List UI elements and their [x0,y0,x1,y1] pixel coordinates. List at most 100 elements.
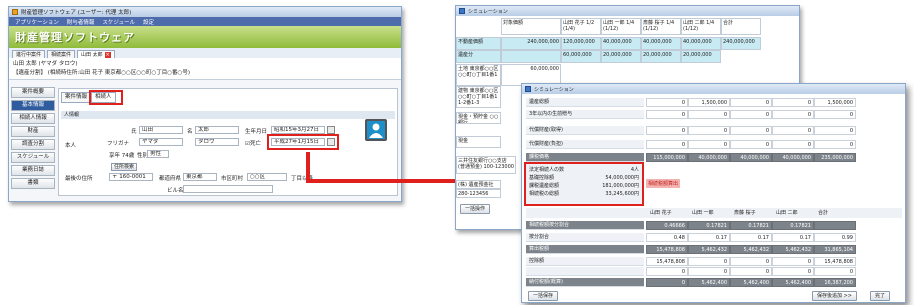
row-label: (株) 遺産預金社 [456,180,501,189]
grid-value[interactable]: 0 [646,267,688,276]
grid-value[interactable]: 0 [688,126,730,135]
column-header: 斎藤 桜子 [734,210,756,216]
column-header: 対象価額 [501,18,561,35]
window-titlebar: シミュレーション [456,6,799,16]
grid-value[interactable]: 0 [814,140,856,149]
row-label: 算出税額 [526,245,644,254]
window-titlebar: シミュレーション [522,84,905,94]
row-label: 建物 東京都○○区○○町○丁目1番1 1-2番1-3 [456,86,501,108]
grid-value[interactable]: 0 [646,110,688,119]
grid-value: 0 [646,278,688,287]
grid-value: 5,462,432 [688,245,730,254]
window-title: シミュレーション [534,86,574,93]
grid-value[interactable]: 0 [772,257,814,266]
grid-value: 15,478,808 [646,245,688,254]
row-amount: 240,000,000 [501,37,561,50]
grid-value: 5,462,400 [772,278,814,287]
row-label: 現金 [456,136,501,148]
grid-value[interactable]: 0 [730,110,772,119]
grid-value[interactable]: 0 [688,267,730,276]
grid-value[interactable]: 0 [772,267,814,276]
grid-value[interactable]: 0.17 [772,233,814,242]
grid-value[interactable]: 15,478,808 [646,257,688,266]
column-header: 合計 [721,18,761,35]
grid-value[interactable]: 0 [688,257,730,266]
row-label: 現金・預貯金 ○○銀行 [456,112,501,124]
grid-value[interactable]: 40,000,000 [641,37,681,50]
row-label: 遺産総額 [526,98,644,107]
bulk-action-button[interactable]: 一括操作 [460,204,491,214]
column-header: 山田 花子 1/2 (1/4) [561,18,601,35]
grid-value[interactable]: 1,500,000 [814,98,856,107]
grid-value: 0.17821 [772,221,814,230]
column-header: 山田 一郎 1/4 (1/12) [601,18,641,35]
grid-value[interactable]: 0 [688,140,730,149]
grid-value: 115,000,000 [646,153,688,162]
grid-value[interactable]: 0 [814,126,856,135]
grid-value[interactable]: 20,000,000 [681,50,721,63]
grid-value [814,221,856,230]
grid-value: 5,462,432 [730,245,772,254]
grid-value: 16,387,200 [814,278,856,287]
grid-value[interactable]: 0 [646,140,688,149]
grid-value: 0.17821 [730,221,772,230]
grid-value: 5,462,400 [688,278,730,287]
grid-value[interactable]: 0 [772,110,814,119]
grid-value: 40,000,000 [772,153,814,162]
bulk-save-button[interactable]: 一括保存 [528,291,559,301]
grid-value[interactable]: 0 [814,267,856,276]
row-label: 相続税額按分割合 [526,221,644,230]
grid-value: 5,462,400 [730,278,772,287]
grid-value[interactable]: 0 [772,98,814,107]
grid-value: 40,000,000 [730,153,772,162]
grid-value[interactable]: 60,000,000 [561,50,601,63]
grid-value[interactable]: 0 [688,110,730,119]
simulation-window-front: シミュレーション 遺産総額 0 1,500,000 0 0 1,500,000 … [521,83,906,303]
row-amount [501,50,561,63]
grid-value[interactable]: 240,000,000 [721,37,761,50]
grid-value[interactable]: 0.17 [688,233,730,242]
grid-value[interactable]: 20,000,000 [641,50,681,63]
grid-value[interactable]: 0.99 [814,233,856,242]
grid-value[interactable]: 0 [730,98,772,107]
grid-value[interactable]: 120,000,000 [561,37,601,50]
column-header: 山田 二郎 1/4 (1/12) [681,18,721,35]
grid-value[interactable]: 0 [814,110,856,119]
grid-value[interactable]: 0 [646,126,688,135]
grid-value[interactable]: 1,500,000 [688,98,730,107]
app-icon [459,8,465,14]
grid-value[interactable]: 40,000,000 [601,37,641,50]
row-label: 納付税額(概算) [526,278,644,287]
grid-value[interactable]: 0 [772,140,814,149]
row-label: 不動産価額 [456,37,501,50]
column-header: 山田 花子 [650,210,672,216]
grid-value[interactable]: 0 [772,126,814,135]
grid-value[interactable]: 0 [730,140,772,149]
grid-value[interactable]: 0.48 [646,233,688,242]
grid-value[interactable]: 40,000,000 [681,37,721,50]
row-label: 3年以内の生前贈与 [526,110,644,119]
column-header: 斎藤 桜子 1/4 (1/12) [641,18,681,35]
grid-value[interactable]: 0 [730,267,772,276]
row-label: 土地 東京都○○区○○町○丁目1番1 [456,64,501,86]
grid-value[interactable]: 0.17 [730,233,772,242]
grid-value[interactable]: 0 [730,257,772,266]
row-label: 三井住友銀行○○支店 (普通預金) 100-123000 [456,156,516,174]
row-label: 代償財産(取得) [526,126,644,135]
grid-value[interactable]: 15,478,808 [814,257,856,266]
row-label: 代償財産(負担) [526,140,644,149]
grid-value[interactable]: 0 [646,98,688,107]
save-and-add-button[interactable]: 保存後追加 >> [812,291,857,301]
grid-value: 0.17821 [688,221,730,230]
done-button[interactable]: 完了 [870,291,891,301]
row-label: 280-123456 [456,189,501,198]
grid-value[interactable]: 0 [730,126,772,135]
column-header: 山田 一郎 [692,210,714,216]
app-icon [525,86,531,92]
row-label: 按分割合 [526,233,644,242]
tax-calc-note: 相続税額算出 [646,179,681,188]
grid-value[interactable]: 20,000,000 [601,50,641,63]
window-title: シミュレーション [468,8,508,15]
row-label: 課税価格 [526,153,644,162]
grid-value: 5,462,432 [772,245,814,254]
